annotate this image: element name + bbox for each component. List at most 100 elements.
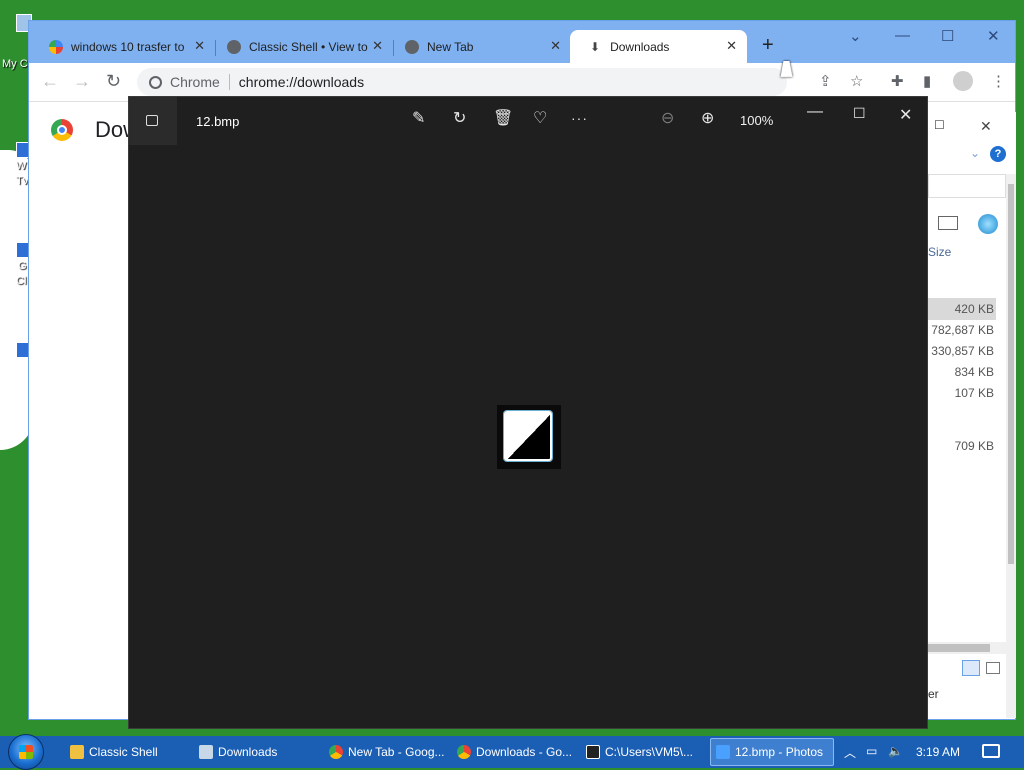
chrome-icon <box>405 39 419 54</box>
new-tab-button[interactable]: + <box>762 34 774 57</box>
globe-icon <box>227 39 241 54</box>
search-box[interactable] <box>928 174 1006 198</box>
windows-logo-icon <box>19 745 33 759</box>
taskbar: Classic Shell Downloads New Tab - Goog..… <box>0 734 1024 770</box>
site-info-chip[interactable]: Chrome <box>149 74 220 90</box>
taskbar-item-label: Downloads <box>218 745 278 759</box>
taskbar-item-downloads-chrome[interactable]: Downloads - Go... <box>457 738 582 766</box>
bookmark-star-icon[interactable]: ☆ <box>850 72 863 90</box>
forward-icon[interactable]: → <box>73 71 91 92</box>
folder-icon <box>199 745 213 759</box>
tab-label: Downloads <box>610 39 670 54</box>
status-bar-text: er <box>928 687 939 701</box>
show-hidden-icons-icon[interactable]: ︿ <box>844 744 856 761</box>
more-options-icon[interactable]: ··· <box>571 110 588 126</box>
horizontal-scrollbar[interactable] <box>928 642 1006 654</box>
zoom-level[interactable]: 100% <box>740 113 773 128</box>
7zip-icon <box>586 745 600 759</box>
photos-title-bar: 12.bmp ✎ ↻ 🗑 ♡ ··· ⊖ ⊕ 100% — ☐ ✕ <box>129 97 927 145</box>
chrome-icon <box>457 745 471 759</box>
scrollbar-thumb[interactable] <box>928 644 990 652</box>
help-icon[interactable]: ? <box>990 146 1006 162</box>
address-bar[interactable]: Chrome chrome://downloads <box>137 68 787 96</box>
tab-search-icon[interactable]: ⌄ <box>849 27 862 45</box>
taskbar-item-classic-shell[interactable]: Classic Shell <box>70 738 195 766</box>
close-tab-icon[interactable]: ✕ <box>372 38 383 54</box>
file-size: 709 KB <box>954 439 994 453</box>
taskbar-item-label: C:\Users\VM5\... <box>605 745 694 759</box>
zoom-in-icon[interactable]: ⊕ <box>701 108 714 128</box>
taskbar-item-downloads-folder[interactable]: Downloads <box>199 738 324 766</box>
vertical-scrollbar[interactable] <box>1006 174 1016 718</box>
chevron-down-icon[interactable]: ⌄ <box>970 146 980 160</box>
url-text[interactable]: chrome://downloads <box>239 74 364 90</box>
tab-label: Classic Shell • View to <box>249 39 368 54</box>
desktop-label-my-computer: My C <box>2 58 28 70</box>
download-icon: ⬇ <box>590 39 601 54</box>
taskbar-item-new-tab-chrome[interactable]: New Tab - Goog... <box>329 738 454 766</box>
maximize-icon[interactable]: ☐ <box>853 105 866 122</box>
close-tab-icon[interactable]: ✕ <box>194 38 205 54</box>
displayed-image <box>497 405 561 469</box>
action-center-icon[interactable] <box>982 744 1000 758</box>
omnibox-separator <box>228 74 230 90</box>
taskbar-item-label: Downloads - Go... <box>476 745 573 759</box>
tab-label: windows 10 trasfer to <box>71 39 185 54</box>
close-window-icon[interactable]: ✕ <box>980 118 992 135</box>
tab-classic-shell[interactable]: Classic Shell • View to ✕ <box>207 30 393 63</box>
favorite-heart-icon[interactable]: ♡ <box>533 108 547 128</box>
delete-trash-icon[interactable]: 🗑 <box>493 108 513 128</box>
taskbar-item-photos[interactable]: 12.bmp - Photos <box>710 738 834 766</box>
classic-shell-icon[interactable] <box>978 214 998 234</box>
scrollbar-thumb[interactable] <box>1008 184 1014 564</box>
share-icon[interactable]: ⇪ <box>819 72 832 90</box>
chrome-logo-icon <box>51 119 73 141</box>
minimize-icon[interactable]: — <box>895 27 910 44</box>
maximize-icon[interactable]: ☐ <box>941 27 954 45</box>
explorer-window: ☐ ✕ ⌄ ? Size 420 KB 782,687 KB 330,857 K… <box>928 112 1016 718</box>
profile-avatar-icon[interactable] <box>953 71 973 91</box>
tab-new-tab[interactable]: New Tab ✕ <box>385 30 571 63</box>
rotate-icon[interactable]: ↻ <box>453 108 466 128</box>
tab-windows-10-transfer[interactable]: windows 10 trasfer to ✕ <box>29 30 215 63</box>
preview-pane-icon[interactable] <box>938 216 958 230</box>
file-size: 834 KB <box>954 365 994 379</box>
edit-image-icon[interactable]: ✎ <box>412 108 425 128</box>
network-icon[interactable]: ▭ <box>866 744 877 758</box>
maximize-icon[interactable]: ☐ <box>934 118 945 132</box>
reload-icon[interactable]: ↻ <box>106 71 121 92</box>
menu-kebab-icon[interactable]: ⋮ <box>991 72 1006 90</box>
minimize-icon[interactable]: — <box>807 103 823 121</box>
zoom-out-icon[interactable]: ⊖ <box>661 108 674 128</box>
details-view-icon[interactable] <box>962 660 980 676</box>
chrome-icon <box>329 745 343 759</box>
photos-app-icon <box>716 745 730 759</box>
start-button[interactable] <box>8 734 44 770</box>
photos-window: 12.bmp ✎ ↻ 🗑 ♡ ··· ⊖ ⊕ 100% — ☐ ✕ <box>128 96 928 729</box>
site-chip-label: Chrome <box>170 74 220 90</box>
bitmap-preview <box>504 411 552 461</box>
taskbar-clock[interactable]: 3:19 AM <box>916 745 960 759</box>
close-tab-icon[interactable]: ✕ <box>726 38 737 54</box>
tab-downloads[interactable]: ⬇ Downloads ✕ <box>570 30 747 63</box>
collection-icon[interactable] <box>129 97 177 145</box>
photo-file-name: 12.bmp <box>196 114 240 129</box>
desktop-label-w: W <box>16 160 27 172</box>
desktop-label-tv: Tv <box>16 175 29 187</box>
taskbar-item-label: Classic Shell <box>89 745 158 759</box>
taskbar-item-7zip[interactable]: C:\Users\VM5\... <box>586 738 706 766</box>
desktop-label-g: G <box>18 260 27 272</box>
close-tab-icon[interactable]: ✕ <box>550 38 561 54</box>
volume-icon[interactable]: 🔈 <box>888 744 903 758</box>
large-icons-view-icon[interactable] <box>986 662 1000 674</box>
tab-label: New Tab <box>427 39 474 54</box>
extensions-puzzle-icon[interactable]: ✚ <box>891 72 904 90</box>
google-icon <box>49 39 63 54</box>
desktop-label-cl: Cl <box>16 275 27 287</box>
back-icon[interactable]: ← <box>41 71 59 92</box>
file-size: 330,857 KB <box>931 344 994 358</box>
size-column-header[interactable]: Size <box>928 245 951 259</box>
close-window-icon[interactable]: ✕ <box>987 27 1000 45</box>
close-window-icon[interactable]: ✕ <box>899 105 912 125</box>
side-panel-icon[interactable]: ▮ <box>923 72 931 90</box>
